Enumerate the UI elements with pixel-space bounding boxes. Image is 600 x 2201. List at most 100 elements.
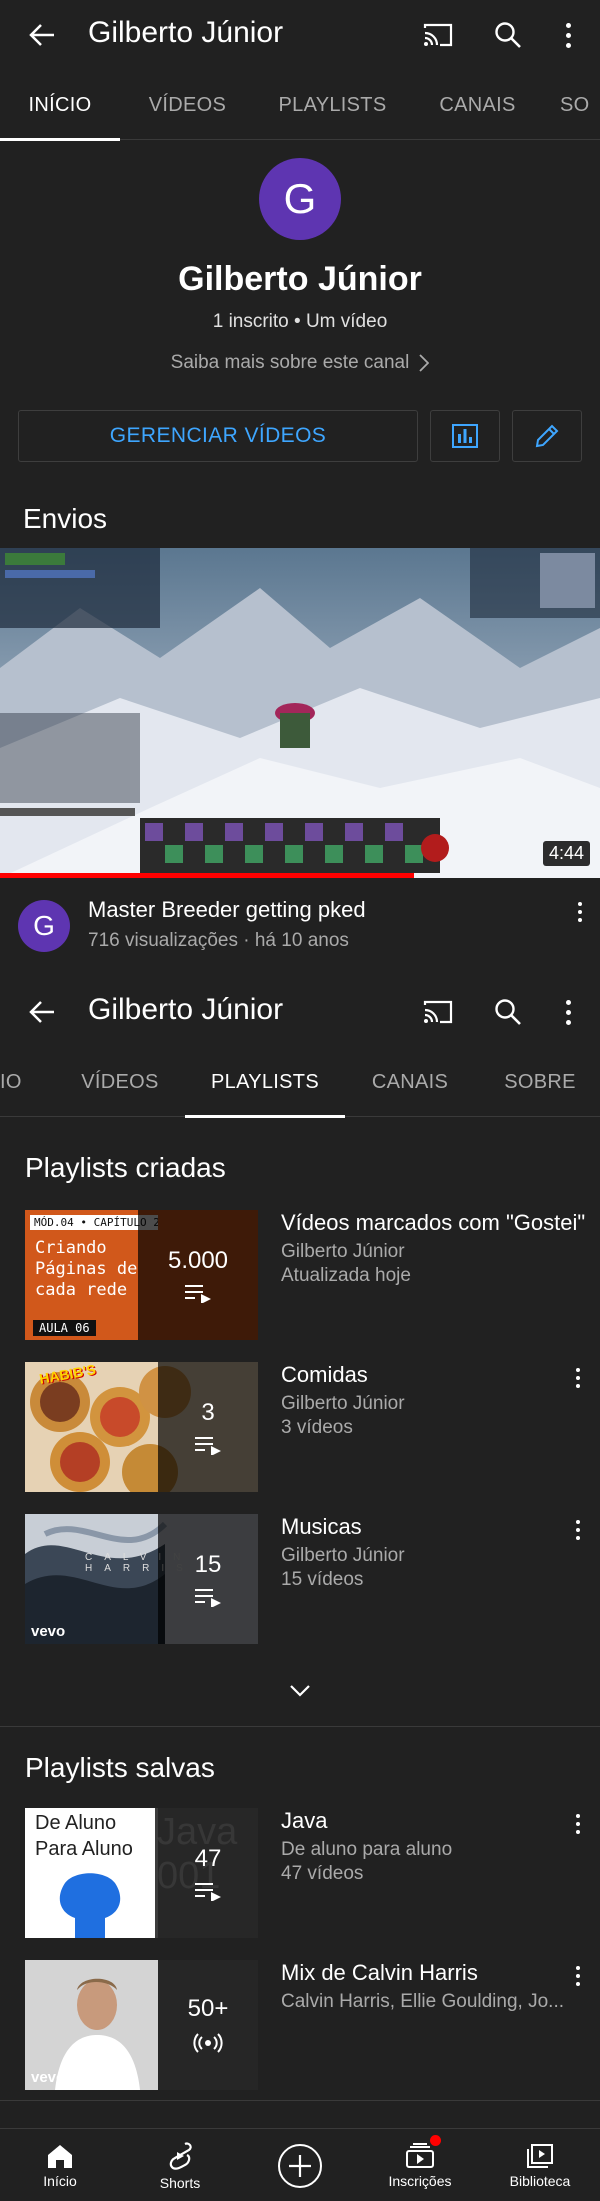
playlist-thumbnail[interactable]: vevo 50+ bbox=[25, 1960, 258, 2090]
notification-dot bbox=[430, 2134, 441, 2146]
search-icon[interactable] bbox=[486, 991, 530, 1033]
create-icon bbox=[277, 2143, 323, 2189]
playlist-more-icon[interactable] bbox=[574, 1814, 582, 1834]
playlist-count: 3 bbox=[201, 1399, 215, 1426]
playlist-count: 50+ bbox=[187, 1995, 229, 2022]
more-vert-icon[interactable] bbox=[556, 14, 580, 56]
video-channel-avatar[interactable]: G bbox=[18, 900, 70, 952]
nav-label: Inscrições bbox=[388, 2172, 452, 2189]
back-arrow-icon[interactable] bbox=[20, 992, 64, 1032]
video-title[interactable]: Master Breeder getting pked bbox=[88, 897, 366, 923]
playlist-icon bbox=[183, 1283, 213, 1303]
tab-label: IO bbox=[0, 1070, 22, 1093]
bottom-navigation: Início Shorts Inscrições Biblioteca bbox=[0, 2128, 600, 2201]
tab-canais[interactable]: CANAIS bbox=[360, 1047, 460, 1117]
tab-canais[interactable]: CANAIS bbox=[425, 70, 530, 140]
nav-label: Início bbox=[43, 2172, 77, 2189]
tab-sobre[interactable]: SO bbox=[560, 70, 600, 140]
thumb-line: cada rede bbox=[35, 1280, 128, 1300]
playlist-owner: Gilberto Júnior bbox=[281, 1393, 405, 1414]
manage-videos-button[interactable]: GERENCIAR VÍDEOS bbox=[18, 410, 418, 462]
tab-inicio[interactable]: IO bbox=[0, 1047, 30, 1117]
nav-shorts[interactable]: Shorts bbox=[120, 2129, 240, 2201]
playlist-count-overlay: 5.000 bbox=[138, 1210, 258, 1340]
thumb-caption: De Aluno Para Aluno bbox=[35, 1810, 133, 1862]
playlist-title[interactable]: Java bbox=[281, 1808, 327, 1834]
channel-tabs: INÍCIO VÍDEOS PLAYLISTS CANAIS SO bbox=[0, 70, 600, 141]
nav-library[interactable]: Biblioteca bbox=[480, 2129, 600, 2201]
playlist-count: 47 bbox=[194, 1845, 222, 1872]
cast-icon[interactable] bbox=[416, 991, 460, 1033]
nav-home[interactable]: Início bbox=[0, 2129, 120, 2201]
watch-progress-bar bbox=[0, 873, 414, 878]
playlist-more-icon[interactable] bbox=[574, 1368, 582, 1388]
created-playlists-heading: Playlists criadas bbox=[25, 1152, 226, 1183]
tab-playlists[interactable]: PLAYLISTS bbox=[185, 1047, 345, 1118]
back-arrow-icon[interactable] bbox=[20, 15, 64, 55]
more-vert-icon[interactable] bbox=[556, 991, 580, 1033]
nav-subscriptions[interactable]: Inscrições bbox=[360, 2129, 480, 2201]
chevron-right-icon bbox=[419, 354, 430, 372]
tab-label: CANAIS bbox=[439, 93, 516, 116]
playlist-title[interactable]: Comidas bbox=[281, 1362, 368, 1388]
playlist-detail: 47 vídeos bbox=[281, 1863, 364, 1884]
channel-title: Gilberto Júnior bbox=[88, 993, 284, 1026]
pencil-icon bbox=[533, 422, 561, 450]
channel-avatar[interactable]: G bbox=[259, 158, 341, 240]
playlist-count-overlay: 50+ bbox=[158, 1960, 258, 2090]
playlist-thumbnail[interactable]: CALVIN HARRIS vevo 15 bbox=[25, 1514, 258, 1644]
analytics-icon bbox=[451, 423, 479, 449]
video-duration: 4:44 bbox=[542, 841, 590, 866]
tab-sobre[interactable]: SOBRE bbox=[490, 1047, 590, 1117]
thumb-line: De Aluno bbox=[35, 1812, 117, 1834]
playlist-owner: Gilberto Júnior bbox=[281, 1241, 405, 1262]
thumb-line: Para Aluno bbox=[35, 1838, 133, 1860]
tab-label: PLAYLISTS bbox=[211, 1070, 319, 1093]
nav-label: Shorts bbox=[159, 2174, 201, 2191]
playlist-title[interactable]: Vídeos marcados com "Gostei" bbox=[281, 1210, 585, 1236]
library-icon bbox=[526, 2143, 554, 2169]
about-channel-label: Saiba mais sobre este canal bbox=[170, 352, 410, 373]
tab-indicator bbox=[185, 1115, 345, 1118]
analytics-button[interactable] bbox=[430, 410, 500, 462]
game-scene-image bbox=[0, 548, 600, 878]
playlist-detail: 3 vídeos bbox=[281, 1417, 353, 1438]
tab-label: INÍCIO bbox=[28, 93, 92, 116]
section-divider bbox=[0, 2100, 600, 2101]
playlist-icon bbox=[193, 1435, 223, 1455]
tab-playlists[interactable]: PLAYLISTS bbox=[270, 70, 395, 140]
playlist-detail: 15 vídeos bbox=[281, 1569, 364, 1590]
cast-icon[interactable] bbox=[416, 14, 460, 56]
tab-label: VÍDEOS bbox=[148, 93, 227, 116]
tab-inicio[interactable]: INÍCIO bbox=[0, 70, 120, 141]
channel-title: Gilberto Júnior bbox=[88, 16, 284, 49]
playlist-thumbnail[interactable]: De Aluno Para Aluno Java 001 47 bbox=[25, 1808, 258, 1938]
playlist-thumbnail[interactable]: HABIB'S 3 bbox=[25, 1362, 258, 1492]
subscriptions-icon bbox=[405, 2134, 441, 2169]
search-icon[interactable] bbox=[486, 14, 530, 56]
vevo-logo: vevo bbox=[31, 2069, 66, 2086]
expand-chevron-icon[interactable] bbox=[280, 1676, 320, 1706]
tab-label: VÍDEOS bbox=[81, 1070, 159, 1093]
playlist-title[interactable]: Mix de Calvin Harris bbox=[281, 1960, 478, 1986]
video-thumbnail[interactable]: 4:44 bbox=[0, 548, 600, 878]
tab-label: PLAYLISTS bbox=[278, 93, 387, 116]
app-bar-2: Gilberto Júnior bbox=[0, 977, 600, 1047]
tab-videos[interactable]: VÍDEOS bbox=[70, 1047, 170, 1117]
tab-videos[interactable]: VÍDEOS bbox=[130, 70, 245, 140]
home-icon bbox=[46, 2143, 74, 2169]
nav-create[interactable] bbox=[240, 2129, 360, 2201]
video-more-icon[interactable] bbox=[576, 902, 584, 922]
playlist-thumbnail[interactable]: MÓD.04 • CAPÍTULO 2 Criando Páginas de c… bbox=[25, 1210, 258, 1340]
playlist-title[interactable]: Musicas bbox=[281, 1514, 362, 1540]
edit-channel-button[interactable] bbox=[512, 410, 582, 462]
playlist-icon bbox=[193, 1587, 223, 1607]
thumb-line: Criando bbox=[35, 1238, 107, 1258]
about-channel-link[interactable]: Saiba mais sobre este canal bbox=[0, 352, 600, 374]
uploads-heading: Envios bbox=[23, 503, 108, 534]
section-divider bbox=[0, 1726, 600, 1727]
playlist-more-icon[interactable] bbox=[574, 1966, 582, 1986]
playlist-owner: Gilberto Júnior bbox=[281, 1545, 405, 1566]
playlist-more-icon[interactable] bbox=[574, 1520, 582, 1540]
vevo-logo: vevo bbox=[31, 1623, 66, 1640]
